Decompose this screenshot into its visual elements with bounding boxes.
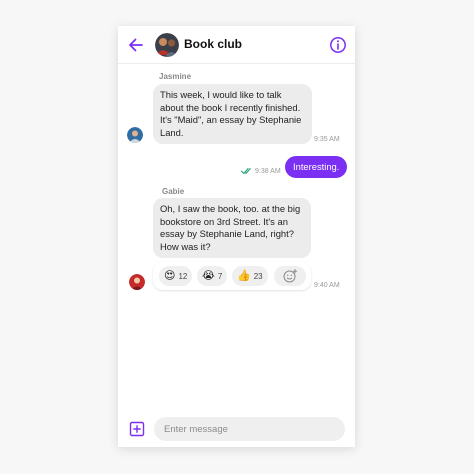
message-bubble[interactable]: This week, I would like to talk about th… bbox=[153, 84, 312, 144]
arrow-left-icon bbox=[129, 38, 143, 52]
reaction-heart-eyes[interactable]: 😍 12 bbox=[159, 266, 193, 286]
plus-square-icon bbox=[129, 421, 145, 437]
reactions-bar: 😍 12 😭 7 👍 23 bbox=[153, 262, 311, 290]
chat-header: Book club bbox=[118, 26, 355, 64]
message-time: 9:40 AM bbox=[314, 282, 340, 289]
add-emoji-icon bbox=[283, 269, 298, 283]
back-button[interactable] bbox=[126, 35, 146, 55]
reaction-count: 23 bbox=[253, 271, 263, 281]
message-bubble[interactable]: Oh, I saw the book, too. at the big book… bbox=[153, 198, 311, 258]
message-input[interactable] bbox=[154, 417, 345, 441]
crying-emoji-icon: 😭 bbox=[202, 269, 215, 282]
message-time: 9:35 AM bbox=[314, 136, 340, 143]
attach-button[interactable] bbox=[129, 421, 145, 437]
group-avatar[interactable] bbox=[155, 33, 179, 57]
sender-name: Jasmine bbox=[159, 72, 192, 81]
message-time: 9:38 AM bbox=[255, 168, 281, 175]
chat-screen: Book club Jasmine This week, I would lik… bbox=[118, 26, 355, 447]
avatar-image bbox=[127, 127, 143, 143]
reaction-count: 12 bbox=[178, 271, 188, 281]
reaction-thumbs-up[interactable]: 👍 23 bbox=[232, 266, 268, 286]
message-composer bbox=[118, 415, 355, 447]
heart-eyes-emoji-icon: 😍 bbox=[164, 269, 176, 282]
sender-name: Gabie bbox=[162, 187, 185, 196]
reaction-crying[interactable]: 😭 7 bbox=[197, 266, 228, 286]
group-avatar-image bbox=[155, 33, 179, 57]
message-bubble-outgoing[interactable]: Interesting. bbox=[285, 156, 347, 178]
info-circle-icon bbox=[330, 37, 346, 53]
double-check-icon bbox=[241, 168, 251, 174]
avatar-gabie[interactable] bbox=[129, 274, 145, 290]
chat-title: Book club bbox=[184, 37, 243, 51]
add-reaction-button[interactable] bbox=[274, 266, 306, 286]
info-button[interactable] bbox=[328, 35, 348, 55]
reaction-count: 7 bbox=[217, 271, 223, 281]
avatar-jasmine[interactable] bbox=[127, 127, 143, 143]
thumbs-up-emoji-icon: 👍 bbox=[237, 269, 251, 282]
avatar-image bbox=[129, 274, 145, 290]
